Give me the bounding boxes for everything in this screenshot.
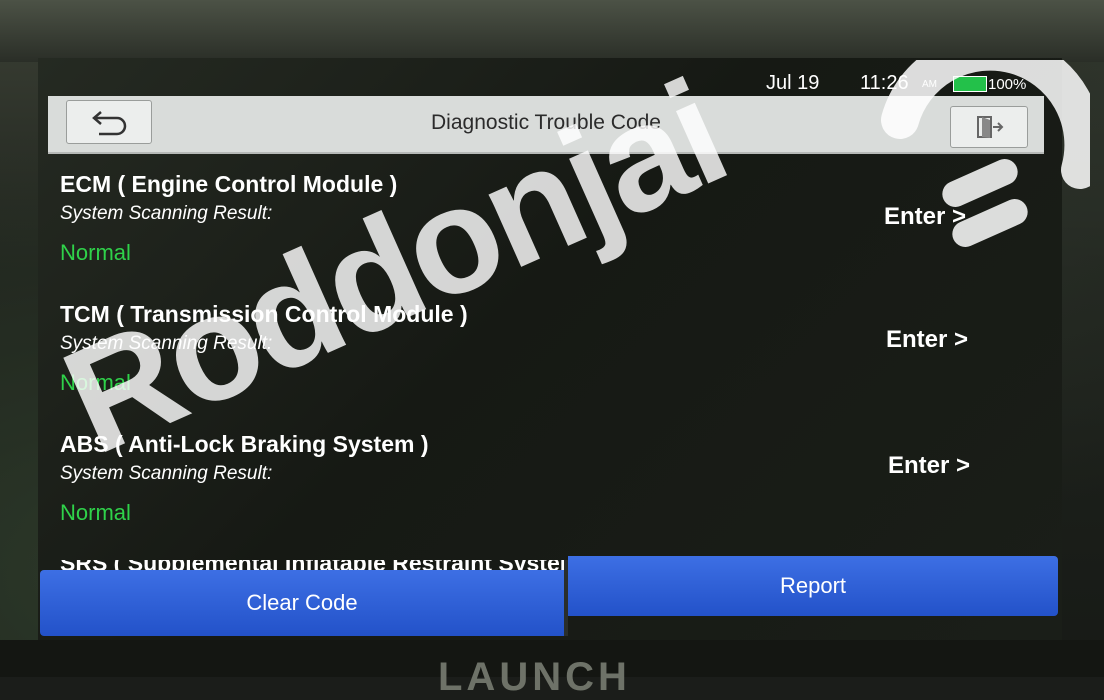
status-time: 11:26 bbox=[860, 72, 909, 94]
report-button[interactable]: Report bbox=[568, 556, 1058, 616]
battery-icon bbox=[953, 76, 987, 92]
exit-button[interactable] bbox=[950, 106, 1028, 148]
scan-result-label: System Scanning Result: bbox=[60, 333, 273, 354]
module-name: TCM ( Transmission Control Module ) bbox=[60, 301, 468, 327]
scan-result-label: System Scanning Result: bbox=[60, 203, 273, 224]
title-bar: Diagnostic Trouble Code bbox=[48, 96, 1044, 154]
module-item-abs: ABS ( Anti-Lock Braking System ) System … bbox=[60, 430, 1020, 528]
status-date: Jul 19 bbox=[766, 72, 820, 94]
enter-button-ecm[interactable]: Enter > bbox=[884, 203, 966, 231]
module-item-ecm: ECM ( Engine Control Module ) System Sca… bbox=[60, 170, 1020, 268]
scan-result-label: System Scanning Result: bbox=[60, 463, 273, 484]
module-name: ECM ( Engine Control Module ) bbox=[60, 171, 398, 197]
scan-result-status: Normal bbox=[60, 370, 131, 395]
scan-result-status: Normal bbox=[60, 500, 131, 525]
status-ampm: AM bbox=[922, 79, 937, 90]
enter-button-abs[interactable]: Enter > bbox=[888, 452, 970, 480]
exit-door-icon bbox=[977, 116, 1004, 138]
scan-result-status: Normal bbox=[60, 240, 131, 265]
device-brand-label: LAUNCH bbox=[438, 655, 631, 699]
page-title: Diagnostic Trouble Code bbox=[431, 111, 661, 134]
module-name: ABS ( Anti-Lock Braking System ) bbox=[60, 431, 429, 457]
battery-level: 100% bbox=[988, 76, 1027, 93]
status-bar: Jul 19 11:26 AM 100% bbox=[38, 64, 1062, 98]
module-item-tcm: TCM ( Transmission Control Module ) Syst… bbox=[60, 300, 1020, 398]
enter-button-tcm[interactable]: Enter > bbox=[886, 326, 968, 354]
device-bezel-top bbox=[0, 0, 1104, 62]
action-bar: Clear Code Report bbox=[40, 556, 1058, 638]
clear-code-button[interactable]: Clear Code bbox=[40, 570, 564, 636]
